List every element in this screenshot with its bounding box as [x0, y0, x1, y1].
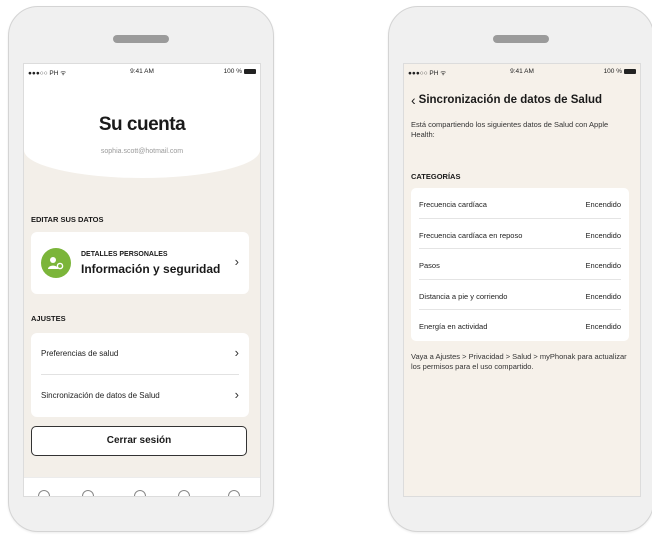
category-status: Encendido	[585, 230, 621, 240]
tab-icon[interactable]	[228, 490, 240, 496]
category-name: Distancia a pie y corriendo	[419, 291, 508, 301]
category-row: Energía en actividad Encendido	[411, 310, 629, 341]
settings-item-label: Sincronización de datos de Salud	[41, 391, 160, 400]
page-title: Su cuenta	[98, 114, 186, 135]
categories-label: CATEGORÍAS	[411, 172, 461, 181]
tab-bar	[24, 477, 260, 496]
tab-icon[interactable]	[178, 490, 190, 496]
settings-section-label: AJUSTES	[31, 314, 66, 323]
logout-button[interactable]: Cerrar sesión	[31, 426, 247, 456]
battery-percent: 100 %	[603, 68, 622, 75]
battery-icon	[624, 69, 636, 74]
tab-icon[interactable]	[134, 490, 146, 496]
battery-percent: 100 %	[223, 68, 242, 75]
phone-frame-right: ●●●○○ PH ᯤ 9:41 AM 100 % ‹ Sincronizació…	[388, 6, 652, 532]
health-sync-screen: ●●●○○ PH ᯤ 9:41 AM 100 % ‹ Sincronizació…	[403, 63, 641, 497]
account-email: sophia.scott@hotmail.com	[100, 148, 184, 155]
category-row: Pasos Encendido	[411, 249, 629, 280]
category-status: Encendido	[585, 322, 621, 331]
tab-icon[interactable]	[38, 490, 50, 496]
battery-status: 100 %	[224, 68, 256, 75]
user-settings-icon	[41, 248, 71, 278]
phone-frame-left: ●●●○○ PH ᯤ 9:41 AM 100 % Su cuenta sophi…	[8, 6, 274, 532]
category-row: Frecuencia cardíaca en reposo Encendido	[411, 219, 629, 249]
settings-card: Preferencias de salud › Sincronización d…	[31, 333, 249, 417]
permissions-note: Vaya a Ajustes > Privacidad > Salud > my…	[411, 352, 627, 371]
chevron-right-icon: ›	[234, 254, 239, 269]
health-sync-item[interactable]: Sincronización de datos de Salud ›	[31, 375, 249, 417]
personal-details-card[interactable]: DETALLES PERSONALES Información y seguri…	[31, 232, 249, 294]
category-status: Encendido	[585, 291, 621, 301]
category-name: Frecuencia cardíaca	[419, 200, 487, 209]
chevron-right-icon: ›	[234, 345, 239, 360]
account-screen: ●●●○○ PH ᯤ 9:41 AM 100 % Su cuenta sophi…	[23, 63, 261, 497]
status-bar: ●●●○○ PH ᯤ 9:41 AM 100 %	[24, 64, 260, 80]
page-title: Sincronización de datos de Salud	[418, 94, 603, 106]
speaker-grille	[113, 35, 169, 43]
category-name: Pasos	[419, 261, 440, 270]
category-row: Frecuencia cardíaca Encendido	[411, 188, 629, 219]
status-bar: ●●●○○ PH ᯤ 9:41 AM 100 %	[404, 64, 640, 80]
intro-text: Está compartiendo los siguientes datos d…	[411, 120, 609, 139]
battery-icon	[244, 69, 256, 74]
categories-card: Frecuencia cardíaca Encendido Frecuencia…	[411, 188, 629, 341]
info-security-label: Información y seguridad	[81, 262, 221, 276]
edit-section-label: EDITAR SUS DATOS	[31, 215, 104, 224]
speaker-grille	[493, 35, 549, 43]
category-status: Encendido	[585, 261, 621, 270]
nav-header: ‹ Sincronización de datos de Salud	[411, 93, 603, 107]
chevron-right-icon: ›	[234, 387, 239, 402]
battery-status: 100 %	[604, 68, 636, 75]
chevron-left-icon[interactable]: ‹	[411, 93, 416, 107]
category-row: Distancia a pie y corriendo Encendido	[411, 280, 629, 310]
tab-icon[interactable]	[82, 490, 94, 496]
health-preferences-item[interactable]: Preferencias de salud ›	[31, 333, 249, 375]
category-name: Energía en actividad	[419, 322, 488, 331]
personal-details-label: DETALLES PERSONALES	[81, 251, 168, 258]
category-name: Frecuencia cardíaca en reposo	[419, 230, 523, 240]
settings-item-label: Preferencias de salud	[41, 349, 119, 358]
category-status: Encendido	[585, 200, 621, 209]
